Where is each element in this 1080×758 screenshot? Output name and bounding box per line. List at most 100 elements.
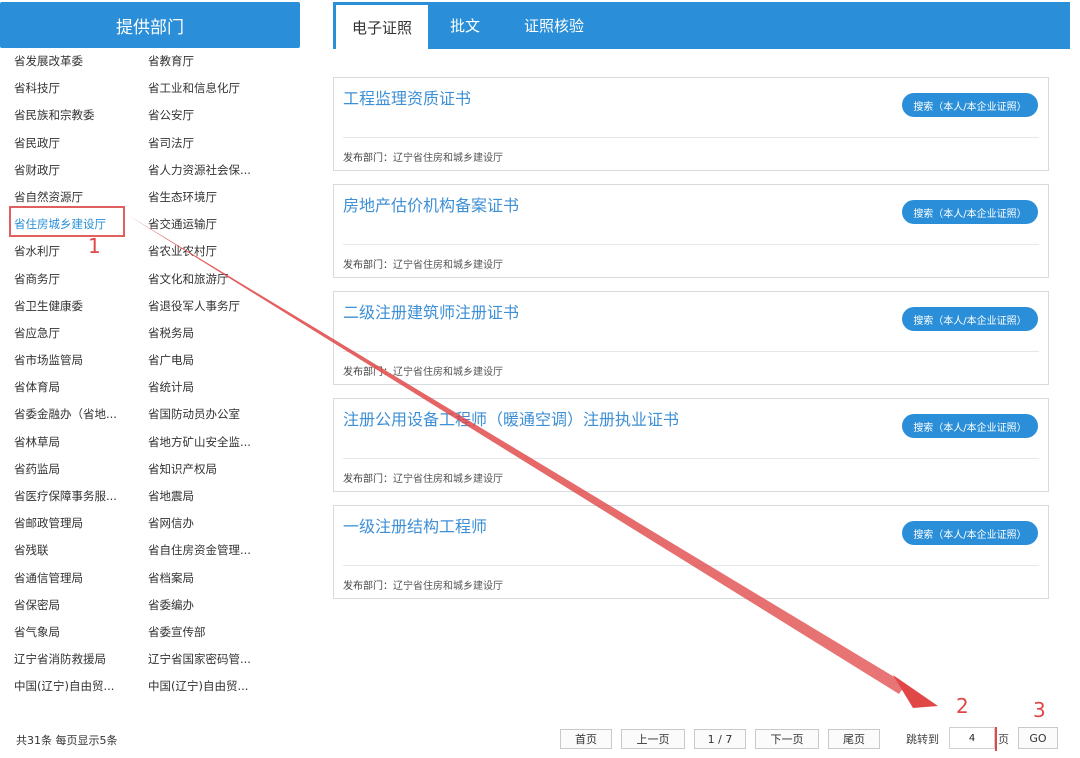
page-unit-label: 页 (998, 733, 1009, 746)
department-item[interactable]: 省交通运输厅 (148, 215, 282, 242)
department-item[interactable]: 省人力资源社会保... (148, 161, 282, 188)
search-own-license-button[interactable]: 搜索（本人/本企业证照） (902, 307, 1038, 331)
annotation-number-2: 2 (956, 694, 969, 718)
department-item[interactable]: 省教育厅 (148, 52, 282, 79)
department-item[interactable]: 省退役军人事务厅 (148, 297, 282, 324)
department-panel-header: 提供部门 (0, 2, 300, 48)
department-item[interactable]: 省民族和宗教委 (14, 106, 148, 133)
annotation-highlight-box (9, 206, 125, 237)
publisher-info: 发布部门：辽宁省住房和城乡建设厅 (343, 149, 503, 164)
department-item[interactable]: 省生态环境厅 (148, 188, 282, 215)
department-item[interactable]: 省司法厅 (148, 134, 282, 161)
department-item[interactable]: 中国(辽宁)自由贸... (14, 677, 148, 704)
card-divider (343, 458, 1039, 459)
publisher-info: 发布部门：辽宁省住房和城乡建设厅 (343, 577, 503, 592)
publisher-name: 辽宁省住房和城乡建设厅 (393, 367, 503, 378)
department-item[interactable]: 省知识产权局 (148, 460, 282, 487)
department-item[interactable]: 省气象局 (14, 623, 148, 650)
pagination: 首页 上一页 1 / 7 下一页 尾页 (560, 729, 889, 749)
tab-approval[interactable]: 批文 (428, 2, 502, 49)
department-item[interactable]: 省地震局 (148, 487, 282, 514)
license-title[interactable]: 工程监理资质证书 (343, 88, 723, 110)
department-item[interactable]: 省市场监管局 (14, 351, 148, 378)
go-button[interactable]: GO (1018, 727, 1058, 749)
publisher-label: 发布部门： (343, 474, 393, 485)
publisher-info: 发布部门：辽宁省住房和城乡建设厅 (343, 470, 503, 485)
department-item[interactable]: 省税务局 (148, 324, 282, 351)
department-item[interactable]: 省保密局 (14, 596, 148, 623)
license-card: 一级注册结构工程师 搜索（本人/本企业证照） 发布部门：辽宁省住房和城乡建设厅 (333, 505, 1049, 599)
first-page-button[interactable]: 首页 (560, 729, 612, 749)
department-item[interactable]: 省残联 (14, 541, 148, 568)
publisher-info: 发布部门：辽宁省住房和城乡建设厅 (343, 256, 503, 271)
tab-license-verify[interactable]: 证照核验 (502, 2, 606, 49)
license-card: 工程监理资质证书 搜索（本人/本企业证照） 发布部门：辽宁省住房和城乡建设厅 (333, 77, 1049, 171)
department-item[interactable]: 省档案局 (148, 569, 282, 596)
card-divider (343, 137, 1039, 138)
last-page-button[interactable]: 尾页 (828, 729, 880, 749)
department-item[interactable]: 省应急厅 (14, 324, 148, 351)
publisher-label: 发布部门： (343, 153, 393, 164)
search-own-license-button[interactable]: 搜索（本人/本企业证照） (902, 200, 1038, 224)
department-item[interactable]: 省委宣传部 (148, 623, 282, 650)
tab-e-license[interactable]: 电子证照 (336, 5, 429, 49)
license-card: 房地产估价机构备案证书 搜索（本人/本企业证照） 发布部门：辽宁省住房和城乡建设… (333, 184, 1049, 278)
department-item[interactable]: 辽宁省消防救援局 (14, 650, 148, 677)
annotation-number-1: 1 (88, 234, 101, 258)
department-item[interactable]: 省委金融办（省地... (14, 405, 148, 432)
tab-bar: 电子证照 批文 证照核验 (333, 2, 1070, 49)
department-item[interactable]: 省发展改革委 (14, 52, 148, 79)
next-page-button[interactable]: 下一页 (755, 729, 819, 749)
department-item[interactable]: 省药监局 (14, 460, 148, 487)
jump-page-input[interactable] (949, 727, 995, 749)
department-item[interactable]: 省自住房资金管理... (148, 541, 282, 568)
license-title[interactable]: 二级注册建筑师注册证书 (343, 302, 723, 324)
department-item[interactable]: 省文化和旅游厅 (148, 270, 282, 297)
annotation-number-3: 3 (1033, 698, 1046, 722)
department-list: 省发展改革委 省教育厅 省科技厅 省工业和信息化厅 省民族和宗教委 省公安厅 省民政厅 省司法… (14, 52, 294, 705)
publisher-name: 辽宁省住房和城乡建设厅 (393, 474, 503, 485)
license-title[interactable]: 注册公用设备工程师（暖通空调）注册执业证书 (343, 409, 723, 431)
annotation-tick-mark (995, 727, 997, 751)
department-item[interactable]: 省邮政管理局 (14, 514, 148, 541)
page-indicator: 1 / 7 (694, 729, 746, 749)
search-own-license-button[interactable]: 搜索（本人/本企业证照） (902, 414, 1038, 438)
department-item[interactable]: 省科技厅 (14, 79, 148, 106)
license-card: 二级注册建筑师注册证书 搜索（本人/本企业证照） 发布部门：辽宁省住房和城乡建设… (333, 291, 1049, 385)
search-own-license-button[interactable]: 搜索（本人/本企业证照） (902, 521, 1038, 545)
license-card-list: 工程监理资质证书 搜索（本人/本企业证照） 发布部门：辽宁省住房和城乡建设厅 房… (333, 77, 1049, 612)
department-item[interactable]: 省体育局 (14, 378, 148, 405)
department-item[interactable]: 省国防动员办公室 (148, 405, 282, 432)
department-item[interactable]: 省林草局 (14, 433, 148, 460)
publisher-label: 发布部门： (343, 367, 393, 378)
jump-to-label: 跳转到 (906, 733, 939, 746)
license-card: 注册公用设备工程师（暖通空调）注册执业证书 搜索（本人/本企业证照） 发布部门：… (333, 398, 1049, 492)
department-item[interactable]: 省委编办 (148, 596, 282, 623)
department-item[interactable]: 省广电局 (148, 351, 282, 378)
license-title[interactable]: 一级注册结构工程师 (343, 516, 723, 538)
department-item[interactable]: 省统计局 (148, 378, 282, 405)
card-divider (343, 565, 1039, 566)
department-item[interactable]: 省医疗保障事务服... (14, 487, 148, 514)
publisher-name: 辽宁省住房和城乡建设厅 (393, 581, 503, 592)
publisher-name: 辽宁省住房和城乡建设厅 (393, 153, 503, 164)
department-item[interactable]: 省农业农村厅 (148, 242, 282, 269)
department-item[interactable]: 中国(辽宁)自由贸... (148, 677, 282, 704)
department-item[interactable]: 辽宁省国家密码管... (148, 650, 282, 677)
department-item[interactable]: 省通信管理局 (14, 569, 148, 596)
prev-page-button[interactable]: 上一页 (621, 729, 685, 749)
department-item[interactable]: 省地方矿山安全监... (148, 433, 282, 460)
search-own-license-button[interactable]: 搜索（本人/本企业证照） (902, 93, 1038, 117)
department-item[interactable]: 省网信办 (148, 514, 282, 541)
license-title[interactable]: 房地产估价机构备案证书 (343, 195, 723, 217)
card-divider (343, 244, 1039, 245)
department-item[interactable]: 省工业和信息化厅 (148, 79, 282, 106)
department-item[interactable]: 省水利厅 (14, 242, 148, 269)
department-item[interactable]: 省民政厅 (14, 134, 148, 161)
department-item[interactable]: 省商务厅 (14, 270, 148, 297)
department-item[interactable]: 省财政厅 (14, 161, 148, 188)
department-item[interactable]: 省卫生健康委 (14, 297, 148, 324)
publisher-label: 发布部门： (343, 581, 393, 592)
department-item[interactable]: 省公安厅 (148, 106, 282, 133)
publisher-info: 发布部门：辽宁省住房和城乡建设厅 (343, 363, 503, 378)
